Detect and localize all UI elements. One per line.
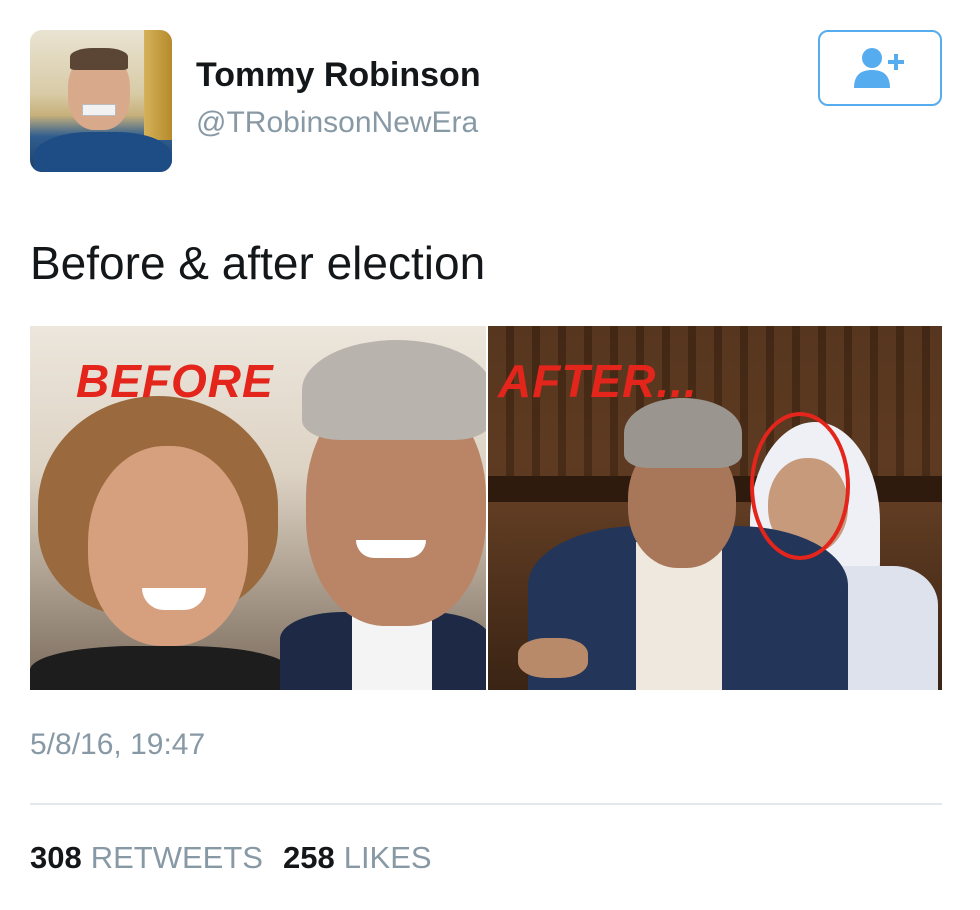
avatar[interactable] xyxy=(30,30,172,172)
man-smile xyxy=(356,540,426,558)
tweet: Tommy Robinson @TRobinsonNewEra Before &… xyxy=(0,0,980,910)
follow-button[interactable] xyxy=(818,30,942,106)
man-hand xyxy=(518,638,588,678)
tweet-timestamp[interactable]: 5/8/16, 19:47 xyxy=(30,728,205,762)
man-hair xyxy=(624,398,742,468)
retweets-label[interactable]: RETWEETS xyxy=(91,840,263,876)
red-circle-annotation xyxy=(750,412,850,560)
tweet-text: Before & after election xyxy=(30,237,486,289)
after-label: AFTER... xyxy=(498,355,698,407)
before-label: BEFORE xyxy=(76,355,274,407)
display-name[interactable]: Tommy Robinson xyxy=(196,56,481,95)
woman-clothing xyxy=(30,646,290,690)
woman-face xyxy=(88,446,248,646)
user-handle[interactable]: @TRobinsonNewEra xyxy=(196,106,478,140)
likes-label[interactable]: LIKES xyxy=(344,840,432,876)
avatar-background xyxy=(144,30,172,140)
avatar-hair xyxy=(70,48,128,70)
tweet-media[interactable]: BEFORE AFTER... xyxy=(30,326,942,690)
retweets-count[interactable]: 308 xyxy=(30,840,82,876)
likes-count[interactable]: 258 xyxy=(283,840,335,876)
before-image: BEFORE xyxy=(30,326,486,690)
add-user-icon xyxy=(854,48,904,88)
man-hair xyxy=(302,340,486,440)
stats-spacer xyxy=(263,840,283,876)
divider xyxy=(30,803,942,805)
avatar-jacket xyxy=(34,132,172,172)
after-image: AFTER... xyxy=(488,326,942,690)
tweet-stats: 308 RETWEETS 258 LIKES xyxy=(30,840,432,876)
avatar-tape xyxy=(82,104,116,116)
